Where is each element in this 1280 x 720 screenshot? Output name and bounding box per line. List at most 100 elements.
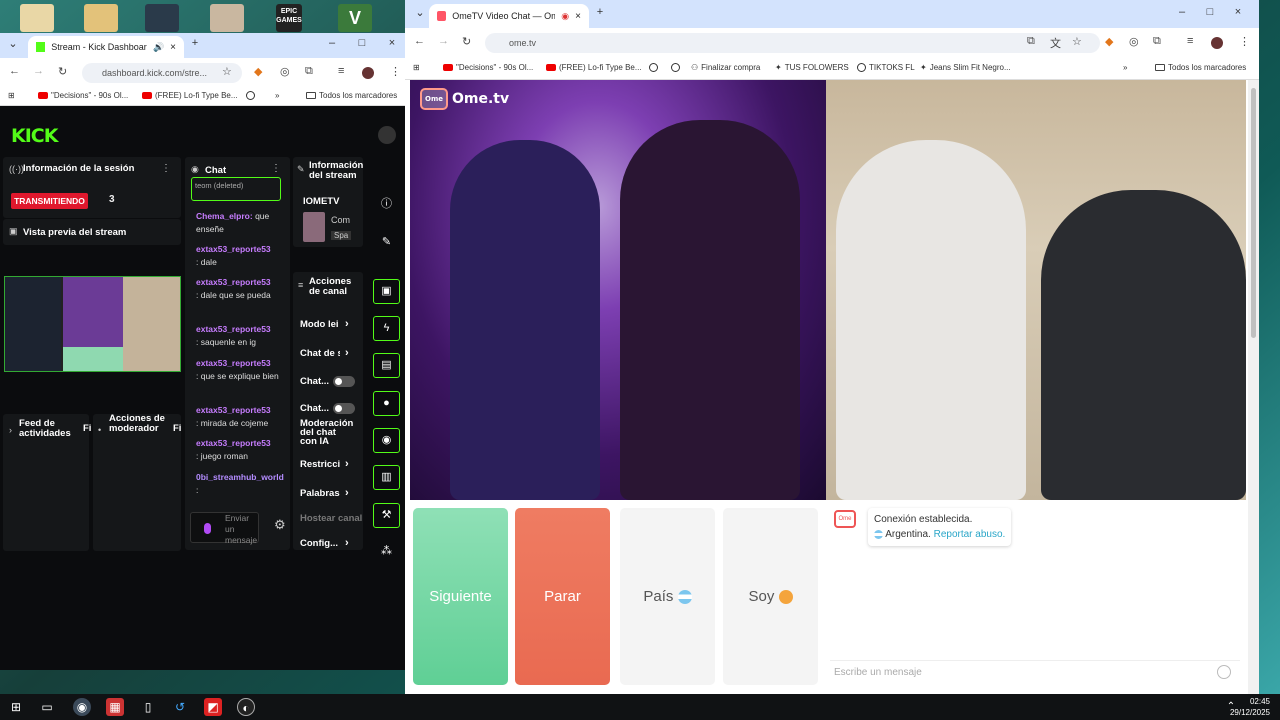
mod-filter[interactable]: Fi xyxy=(173,424,181,434)
kick-logo[interactable]: KICK xyxy=(11,125,58,147)
action-words[interactable]: Palabras xyxy=(300,488,342,499)
chat-menu-icon[interactable]: ⋮ xyxy=(271,163,281,174)
report-abuse-link[interactable]: Reportar abuso. xyxy=(934,529,1006,540)
app-icon[interactable]: ↺ xyxy=(171,698,189,716)
app-icon[interactable] xyxy=(145,4,179,32)
chat-input[interactable]: Enviar un mensaje xyxy=(190,512,259,545)
minimize-icon[interactable]: – xyxy=(325,37,339,49)
globe-icon[interactable] xyxy=(649,63,658,72)
menu-icon[interactable]: ⋮ xyxy=(1239,35,1250,48)
action-config[interactable]: Config... xyxy=(300,538,342,549)
layout-icon[interactable]: ▥ xyxy=(373,465,400,490)
apps-icon[interactable]: ⊞ xyxy=(8,91,15,100)
folder-icon[interactable] xyxy=(20,4,54,32)
address-bar[interactable]: ome.tv xyxy=(485,33,1100,53)
stream-preview-thumbnail[interactable] xyxy=(4,276,181,372)
action-chat-mode[interactable]: Chat de s xyxy=(300,348,340,359)
forward-icon[interactable]: → xyxy=(438,35,449,47)
bookmark-item[interactable]: (FREE) Lo-fi Type Be... xyxy=(142,91,238,100)
translate-icon[interactable]: 文 xyxy=(1050,35,1061,51)
profile-avatar[interactable] xyxy=(362,67,374,79)
obs-icon[interactable]: ◐ xyxy=(237,698,255,716)
audio-icon[interactable]: 🔊 xyxy=(153,42,164,53)
globe-icon[interactable] xyxy=(246,91,255,100)
all-bookmarks[interactable]: Todos los marcadores xyxy=(1155,63,1246,72)
app-icon[interactable]: ▦ xyxy=(106,698,124,716)
chrome-icon[interactable]: ◉ xyxy=(73,698,91,716)
chat-settings-gear-icon[interactable]: ⚙ xyxy=(274,517,286,533)
session-menu-icon[interactable]: ⋮ xyxy=(161,163,171,174)
back-icon[interactable]: ← xyxy=(414,35,425,47)
next-button[interactable]: Siguiente xyxy=(413,508,508,685)
task-view-icon[interactable]: ▭ xyxy=(38,698,56,716)
extension-icon[interactable]: ◎ xyxy=(1129,35,1139,48)
folder-icon[interactable] xyxy=(84,4,118,32)
chevron-right-icon[interactable]: › xyxy=(345,318,349,330)
gender-button[interactable]: Soy xyxy=(723,508,818,685)
new-tab-icon[interactable]: + xyxy=(593,6,607,18)
chevron-right-icon[interactable]: › xyxy=(345,458,349,470)
extension-icon[interactable]: ◆ xyxy=(254,65,262,78)
address-bar[interactable]: dashboard.kick.com/stre... xyxy=(82,63,242,83)
microphone-icon[interactable] xyxy=(204,523,211,534)
chat-toggle[interactable] xyxy=(333,403,355,414)
stop-button[interactable]: Parar xyxy=(515,508,610,685)
reload-icon[interactable]: ↻ xyxy=(58,65,67,78)
clip-icon[interactable]: ▣ xyxy=(373,279,400,304)
bookmark-star-icon[interactable]: ☆ xyxy=(1072,35,1082,48)
bookmark-item[interactable]: (FREE) Lo-fi Type Be... xyxy=(546,63,642,72)
action-chat-toggle[interactable]: Chat... xyxy=(300,376,332,387)
action-host[interactable]: Hostear canal xyxy=(300,513,365,524)
lightning-icon[interactable]: ϟ xyxy=(373,316,400,341)
country-button[interactable]: País xyxy=(620,508,715,685)
edit-icon[interactable]: ✎ xyxy=(373,231,400,256)
document-icon[interactable]: ▤ xyxy=(373,353,400,378)
close-window-icon[interactable]: × xyxy=(1231,6,1245,18)
more-bookmarks-icon[interactable]: » xyxy=(1123,63,1127,72)
bookmark-item[interactable]: ✦ Jeans Slim Fit Negro... xyxy=(920,63,1011,72)
user-avatar[interactable] xyxy=(378,126,396,144)
chevron-right-icon[interactable]: › xyxy=(345,487,349,499)
app-icon[interactable] xyxy=(210,4,244,32)
new-tab-icon[interactable]: + xyxy=(188,37,202,49)
extensions-puzzle-icon[interactable]: ⧉ xyxy=(1153,35,1161,48)
maximize-icon[interactable]: □ xyxy=(1203,6,1217,18)
bookmark-item[interactable]: TIKTOKS FL xyxy=(857,63,915,72)
action-ai-moderation[interactable]: Moderación del chat con IA xyxy=(300,419,355,447)
bookmark-item[interactable]: ✦ TUS FOLOWERS xyxy=(775,63,849,72)
close-tab-icon[interactable]: × xyxy=(170,42,176,53)
tab-ometv[interactable]: OmeTV Video Chat — Ome ◉ × xyxy=(429,4,589,28)
share-icon[interactable]: ⁂ xyxy=(373,540,400,565)
bookmark-item[interactable]: "Decisions" - 90s Ol... xyxy=(443,63,533,72)
info-icon[interactable]: ⓘ xyxy=(373,193,400,218)
globe-icon[interactable] xyxy=(671,63,680,72)
close-window-icon[interactable]: × xyxy=(385,37,399,49)
action-chat-toggle[interactable]: Chat... xyxy=(300,403,332,414)
windows-start-icon[interactable]: ⊞ xyxy=(7,698,25,716)
chevron-right-icon[interactable]: › xyxy=(345,347,349,359)
close-tab-icon[interactable]: × xyxy=(575,11,581,22)
more-bookmarks-icon[interactable]: » xyxy=(275,91,279,100)
maximize-icon[interactable]: □ xyxy=(355,37,369,49)
system-clock[interactable]: 02:45 29/12/2025 xyxy=(1230,696,1270,718)
bookmark-item[interactable]: "Decisions" - 90s Ol... xyxy=(38,91,128,100)
message-input[interactable]: Escribe un mensaje xyxy=(830,660,1240,684)
chat-toggle[interactable] xyxy=(333,376,355,387)
chat-bubble-icon[interactable]: ● xyxy=(373,391,400,416)
minimize-icon[interactable]: – xyxy=(1175,6,1189,18)
file-icon[interactable]: ▯ xyxy=(139,698,157,716)
media-icon[interactable]: ≡ xyxy=(1187,35,1193,47)
bookmark-star-icon[interactable]: ☆ xyxy=(222,65,232,78)
extension-icon[interactable]: ◆ xyxy=(1105,35,1113,48)
page-scrollbar[interactable] xyxy=(1248,80,1259,694)
wrench-icon[interactable]: ⚒ xyxy=(373,503,400,528)
extensions-puzzle-icon[interactable]: ⧉ xyxy=(305,65,313,78)
tab-kick-dashboard[interactable]: Stream - Kick Dashboard 🔊 × xyxy=(28,36,184,58)
emoji-icon[interactable] xyxy=(1217,665,1231,679)
back-icon[interactable]: ← xyxy=(9,65,20,77)
chevron-right-icon[interactable]: › xyxy=(345,537,349,549)
apps-icon[interactable]: ⊞ xyxy=(413,63,420,72)
forward-icon[interactable]: → xyxy=(33,65,44,77)
menu-icon[interactable]: ⋮ xyxy=(390,65,401,78)
tab-search-icon[interactable]: ⌄ xyxy=(413,6,427,19)
